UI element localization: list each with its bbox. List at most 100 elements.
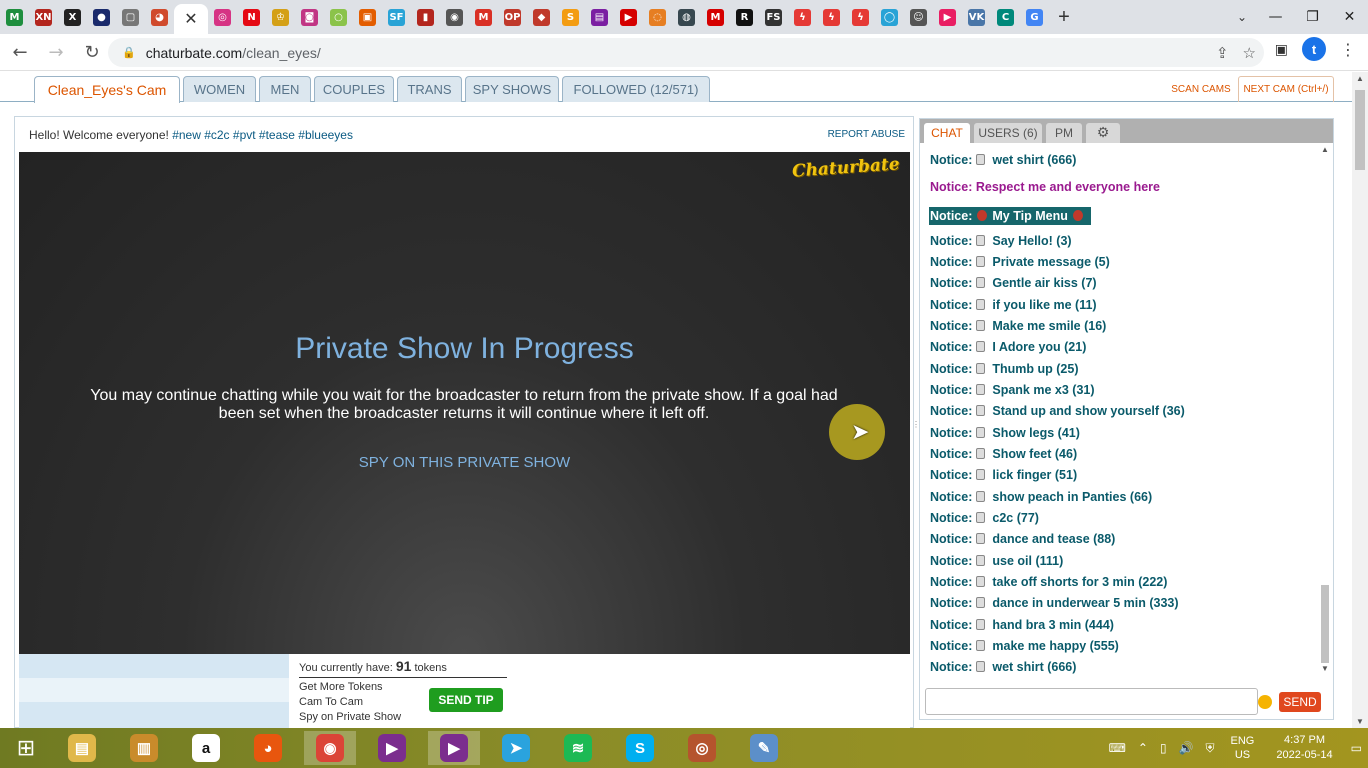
browser-tab[interactable]: SF <box>382 0 411 34</box>
scroll-down-icon[interactable]: ▼ <box>1321 664 1329 673</box>
browser-menu-icon[interactable]: ⋮ <box>1340 40 1356 59</box>
spy-private-show-link[interactable]: SPY ON THIS PRIVATE SHOW <box>19 454 910 471</box>
address-bar[interactable]: 🔒 chaturbate.com/clean_eyes/ ⇪ ☆ <box>108 38 1264 67</box>
notification-icon[interactable]: ▭ <box>1351 741 1362 755</box>
clock[interactable]: 4:37 PM 2022-05-14 <box>1276 733 1332 763</box>
browser-tab[interactable]: M <box>469 0 498 34</box>
browser-tab[interactable]: ϟ <box>788 0 817 34</box>
tab-men[interactable]: MEN <box>259 76 311 102</box>
gear-icon[interactable]: ⚙ <box>1086 123 1120 143</box>
keyboard-icon[interactable]: ⌨ <box>1109 741 1126 755</box>
browser-tab[interactable]: ◆ <box>527 0 556 34</box>
browser-tab[interactable]: X <box>58 0 87 34</box>
report-abuse-link[interactable]: REPORT ABUSE <box>828 129 905 140</box>
emoji-icon[interactable] <box>1258 695 1272 709</box>
browser-tab[interactable]: ○ <box>324 0 353 34</box>
windows-start-icon[interactable]: ⊞ <box>8 734 44 762</box>
tab-chat[interactable]: CHAT <box>924 123 970 143</box>
profile-avatar[interactable]: t <box>1302 37 1326 61</box>
browser-tab[interactable]: ♔ <box>266 0 295 34</box>
taskbar-app[interactable]: ◕ <box>242 731 294 765</box>
browser-tab[interactable]: ◍ <box>672 0 701 34</box>
taskbar-app[interactable]: ◉ <box>304 731 356 765</box>
browser-tab[interactable]: ▢ <box>116 0 145 34</box>
taskbar-app[interactable]: S <box>614 731 666 765</box>
browser-tab[interactable]: N <box>237 0 266 34</box>
browser-tab[interactable]: ◎ <box>208 0 237 34</box>
browser-tab[interactable]: ◙ <box>295 0 324 34</box>
browser-tab[interactable]: ☺ <box>904 0 933 34</box>
browser-tab[interactable]: ▤ <box>585 0 614 34</box>
scroll-down-icon[interactable]: ▼ <box>1356 717 1364 726</box>
get-more-tokens-link[interactable]: Get More Tokens <box>299 680 401 695</box>
chat-scrollbar[interactable]: ▲ ▼ <box>1319 145 1331 673</box>
browser-tab[interactable]: OP <box>498 0 527 34</box>
security-icon[interactable]: ⛨ <box>1206 741 1215 756</box>
browser-tab[interactable]: G <box>1020 0 1049 34</box>
forward-button[interactable]: → <box>40 36 72 68</box>
back-button[interactable]: ← <box>4 36 36 68</box>
send-tip-button[interactable]: SEND TIP <box>429 688 503 712</box>
taskbar-app[interactable]: ≋ <box>552 731 604 765</box>
taskbar-app[interactable]: ▤ <box>56 731 108 765</box>
volume-icon[interactable]: 🔊 <box>1179 741 1194 755</box>
bookmark-star-icon[interactable]: ☆ <box>1243 44 1256 62</box>
taskbar-app[interactable]: ◎ <box>676 731 728 765</box>
chat-input[interactable] <box>925 688 1258 715</box>
browser-tab[interactable]: R <box>730 0 759 34</box>
tab-search-chevron-icon[interactable]: ⌄ <box>1230 0 1254 34</box>
page-scrollbar[interactable]: ▲ ▼ <box>1352 72 1368 728</box>
side-panel-icon[interactable]: ▣ <box>1275 41 1288 58</box>
taskbar-app[interactable]: ▶ <box>428 731 480 765</box>
tab-women[interactable]: WOMEN <box>183 76 256 102</box>
new-tab-button[interactable]: + <box>1049 0 1079 34</box>
scan-cams-button[interactable]: SCAN CAMS <box>1166 76 1236 102</box>
chat-send-button[interactable]: SEND <box>1279 692 1321 712</box>
chevron-up-icon[interactable]: ⌃ <box>1138 741 1148 755</box>
scroll-up-icon[interactable]: ▲ <box>1321 145 1329 154</box>
browser-tab[interactable]: ◉ <box>440 0 469 34</box>
browser-tab[interactable]: M <box>701 0 730 34</box>
battery-icon[interactable]: ▯ <box>1160 741 1167 755</box>
taskbar-app[interactable]: ✎ <box>738 731 790 765</box>
browser-tab[interactable]: ◌ <box>643 0 672 34</box>
browser-tab[interactable]: ϟ <box>846 0 875 34</box>
taskbar-app[interactable]: a <box>180 731 232 765</box>
browser-tab[interactable]: XN <box>29 0 58 34</box>
browser-tab[interactable]: C <box>991 0 1020 34</box>
tab-users[interactable]: USERS (6) <box>974 123 1042 143</box>
browser-tab[interactable]: ● <box>87 0 116 34</box>
spy-private-link[interactable]: Spy on Private Show <box>299 710 401 725</box>
browser-tab[interactable]: ▶ <box>933 0 962 34</box>
language-indicator[interactable]: ENG US <box>1231 734 1255 762</box>
browser-tab[interactable]: ◯ <box>875 0 904 34</box>
browser-tab[interactable]: M <box>0 0 29 34</box>
active-tab-close-icon[interactable]: ✕ <box>174 4 208 34</box>
browser-tab[interactable]: ▣ <box>353 0 382 34</box>
page-scroll-thumb[interactable] <box>1355 90 1365 170</box>
taskbar-app[interactable]: ▶ <box>366 731 418 765</box>
room-subject-tags[interactable]: #new #c2c #pvt #tease #blueeyes <box>172 128 353 142</box>
browser-tab[interactable]: VK <box>962 0 991 34</box>
tab-followed[interactable]: FOLLOWED (12/571) <box>562 76 710 102</box>
reload-button[interactable]: ↻ <box>76 36 108 68</box>
share-icon[interactable]: ⇪ <box>1216 44 1229 62</box>
chat-scroll-thumb[interactable] <box>1321 585 1329 663</box>
tab-room-cam[interactable]: Clean_Eyes's Cam <box>34 76 180 103</box>
browser-tab[interactable]: S <box>556 0 585 34</box>
tab-pm[interactable]: PM <box>1046 123 1082 143</box>
browser-tab[interactable]: ϟ <box>817 0 846 34</box>
restore-icon[interactable]: ❐ <box>1294 0 1331 34</box>
close-window-icon[interactable]: ✕ <box>1331 0 1368 34</box>
tab-trans[interactable]: TRANS <box>397 76 462 102</box>
browser-tab[interactable]: ▶ <box>614 0 643 34</box>
next-cam-button[interactable]: NEXT CAM (Ctrl+/) <box>1238 76 1334 102</box>
video-player[interactable]: Chaturbate Private Show In Progress You … <box>19 152 910 654</box>
taskbar-app[interactable]: ➤ <box>490 731 542 765</box>
browser-tab[interactable]: ▮ <box>411 0 440 34</box>
cam-to-cam-link[interactable]: Cam To Cam <box>299 695 401 710</box>
scroll-up-icon[interactable]: ▲ <box>1356 74 1364 83</box>
browser-tab[interactable]: ◕ <box>145 0 174 34</box>
tab-spy-shows[interactable]: SPY SHOWS <box>465 76 559 102</box>
taskbar-app[interactable]: ▥ <box>118 731 170 765</box>
